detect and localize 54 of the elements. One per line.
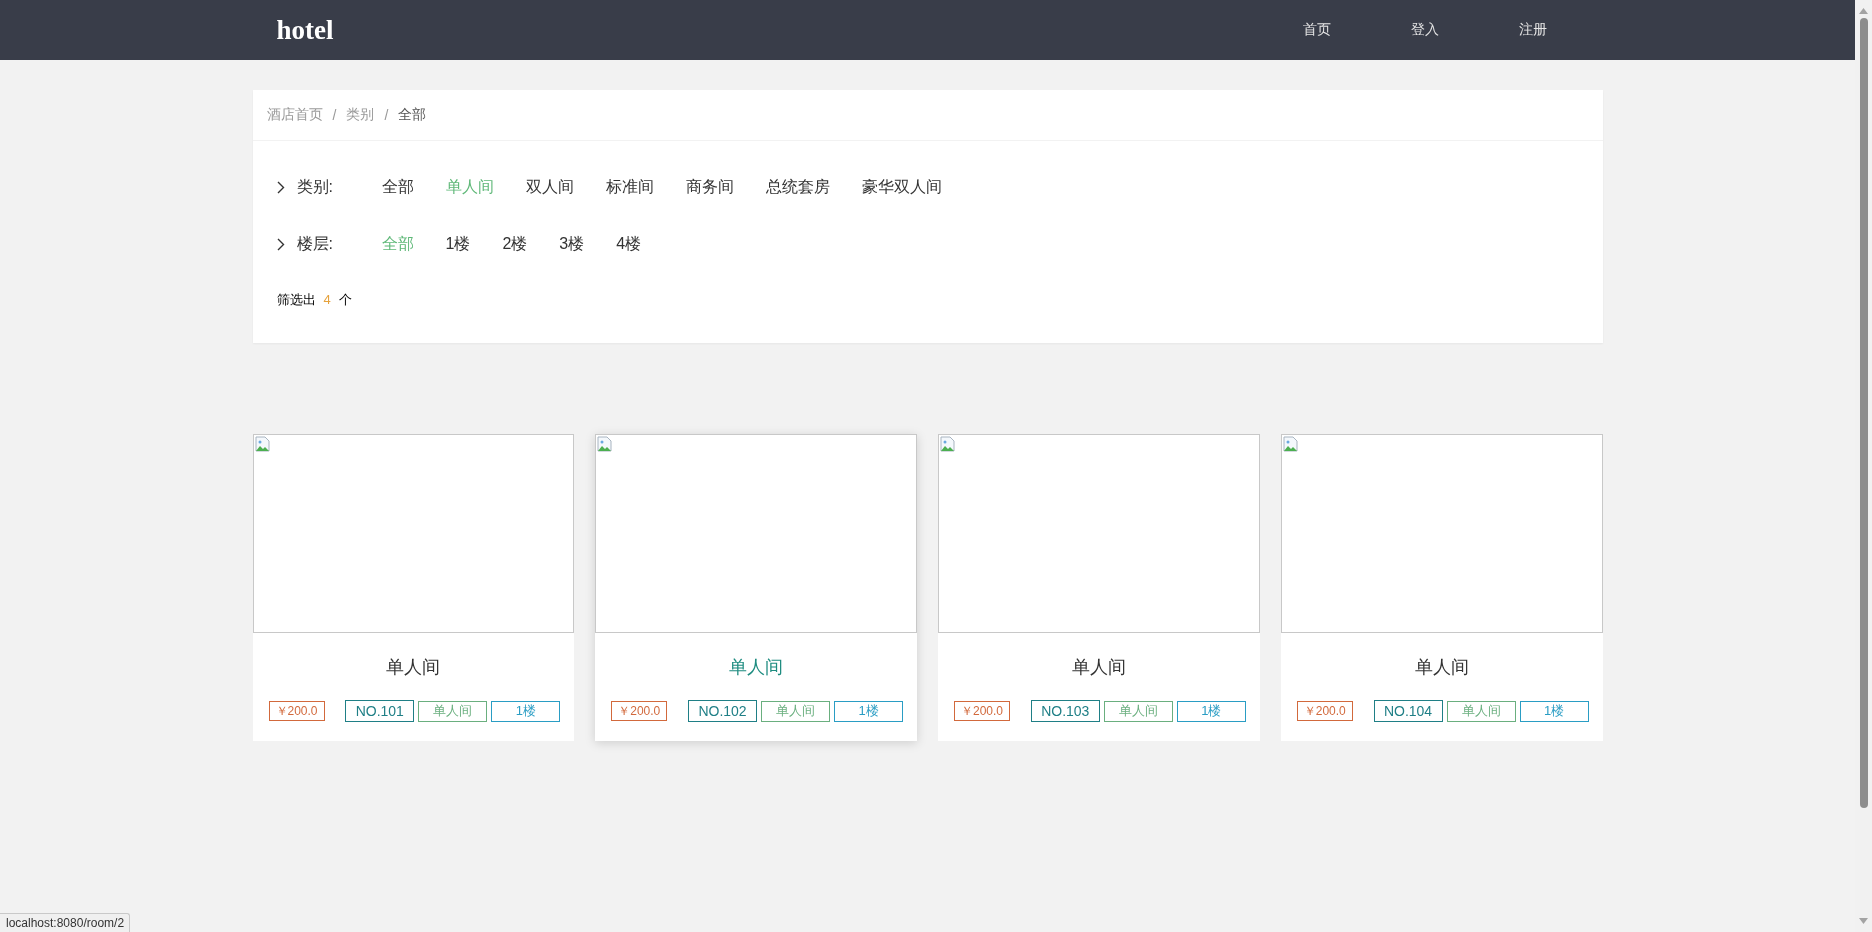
price-tag: ￥200.0 bbox=[268, 701, 325, 721]
room-number-tag: NO.103 bbox=[1030, 700, 1100, 722]
filter-option[interactable]: 4楼 bbox=[616, 234, 642, 255]
room-number-tag: NO.101 bbox=[345, 700, 415, 722]
filter-option[interactable]: 2楼 bbox=[502, 234, 528, 255]
filter-option[interactable]: 标准间 bbox=[605, 177, 654, 198]
floor-tag: 1楼 bbox=[834, 700, 903, 722]
filter-option[interactable]: 总统套房 bbox=[765, 177, 830, 198]
breadcrumb-link[interactable]: 全部 bbox=[398, 106, 427, 124]
room-title[interactable]: 单人间 bbox=[938, 656, 1260, 678]
chevron-right-icon bbox=[276, 181, 285, 194]
scroll-up-icon[interactable] bbox=[1859, 8, 1868, 14]
scroll-down-icon[interactable] bbox=[1859, 918, 1868, 924]
filter-option[interactable]: 豪华双人间 bbox=[861, 177, 942, 198]
nav-link[interactable]: 首页 bbox=[1262, 21, 1371, 39]
room-title[interactable]: 单人间 bbox=[595, 656, 917, 678]
room-card[interactable]: 单人间 ￥200.0 NO.101 单人间 1楼 bbox=[252, 434, 575, 741]
logo[interactable]: hotel bbox=[276, 14, 334, 46]
scrollbar-thumb[interactable] bbox=[1859, 18, 1868, 808]
filter-label: 类别: bbox=[296, 177, 333, 197]
room-number-tag: NO.102 bbox=[688, 700, 757, 722]
floor-tag: 1楼 bbox=[1519, 700, 1589, 722]
broken-image-icon bbox=[597, 436, 614, 452]
breadcrumb-separator: / bbox=[384, 107, 389, 123]
breadcrumb-separator: / bbox=[332, 107, 337, 123]
filter-option[interactable]: 双人间 bbox=[525, 177, 574, 198]
floor-tag: 1楼 bbox=[491, 700, 561, 722]
room-type-tag: 单人间 bbox=[761, 700, 830, 722]
room-number-tag: NO.104 bbox=[1373, 700, 1443, 722]
room-card[interactable]: 单人间 ￥200.0 NO.104 单人间 1楼 bbox=[1280, 434, 1603, 741]
filter-option[interactable]: 1楼 bbox=[445, 234, 471, 255]
room-card[interactable]: 单人间 ￥200.0 NO.102 单人间 1楼 bbox=[595, 434, 917, 741]
chevron-right-icon bbox=[276, 238, 285, 251]
room-title[interactable]: 单人间 bbox=[252, 656, 575, 678]
filter-label: 楼层: bbox=[296, 234, 333, 254]
room-type-tag: 单人间 bbox=[418, 700, 488, 722]
price-tag: ￥200.0 bbox=[954, 701, 1011, 721]
nav-link[interactable]: 注册 bbox=[1478, 21, 1587, 39]
broken-image-icon bbox=[254, 436, 271, 452]
room-title[interactable]: 单人间 bbox=[1280, 656, 1603, 678]
floor-tag: 1楼 bbox=[1176, 700, 1246, 722]
status-url: localhost:8080/room/2 bbox=[0, 913, 131, 932]
room-type-tag: 单人间 bbox=[1446, 700, 1516, 722]
broken-image-icon bbox=[940, 436, 956, 452]
result-count: 筛选出 4 个 bbox=[276, 291, 353, 309]
price-tag: ￥200.0 bbox=[611, 701, 668, 721]
filter-option[interactable]: 3楼 bbox=[559, 234, 585, 255]
room-card[interactable]: 单人间 ￥200.0 NO.103 单人间 1楼 bbox=[938, 434, 1260, 741]
filter-option[interactable]: 全部 bbox=[381, 177, 414, 198]
price-tag: ￥200.0 bbox=[1296, 701, 1353, 721]
room-type-tag: 单人间 bbox=[1103, 700, 1173, 722]
nav-link[interactable]: 登入 bbox=[1370, 21, 1479, 39]
filter-option[interactable]: 商务间 bbox=[685, 177, 734, 198]
broken-image-icon bbox=[1282, 436, 1299, 452]
